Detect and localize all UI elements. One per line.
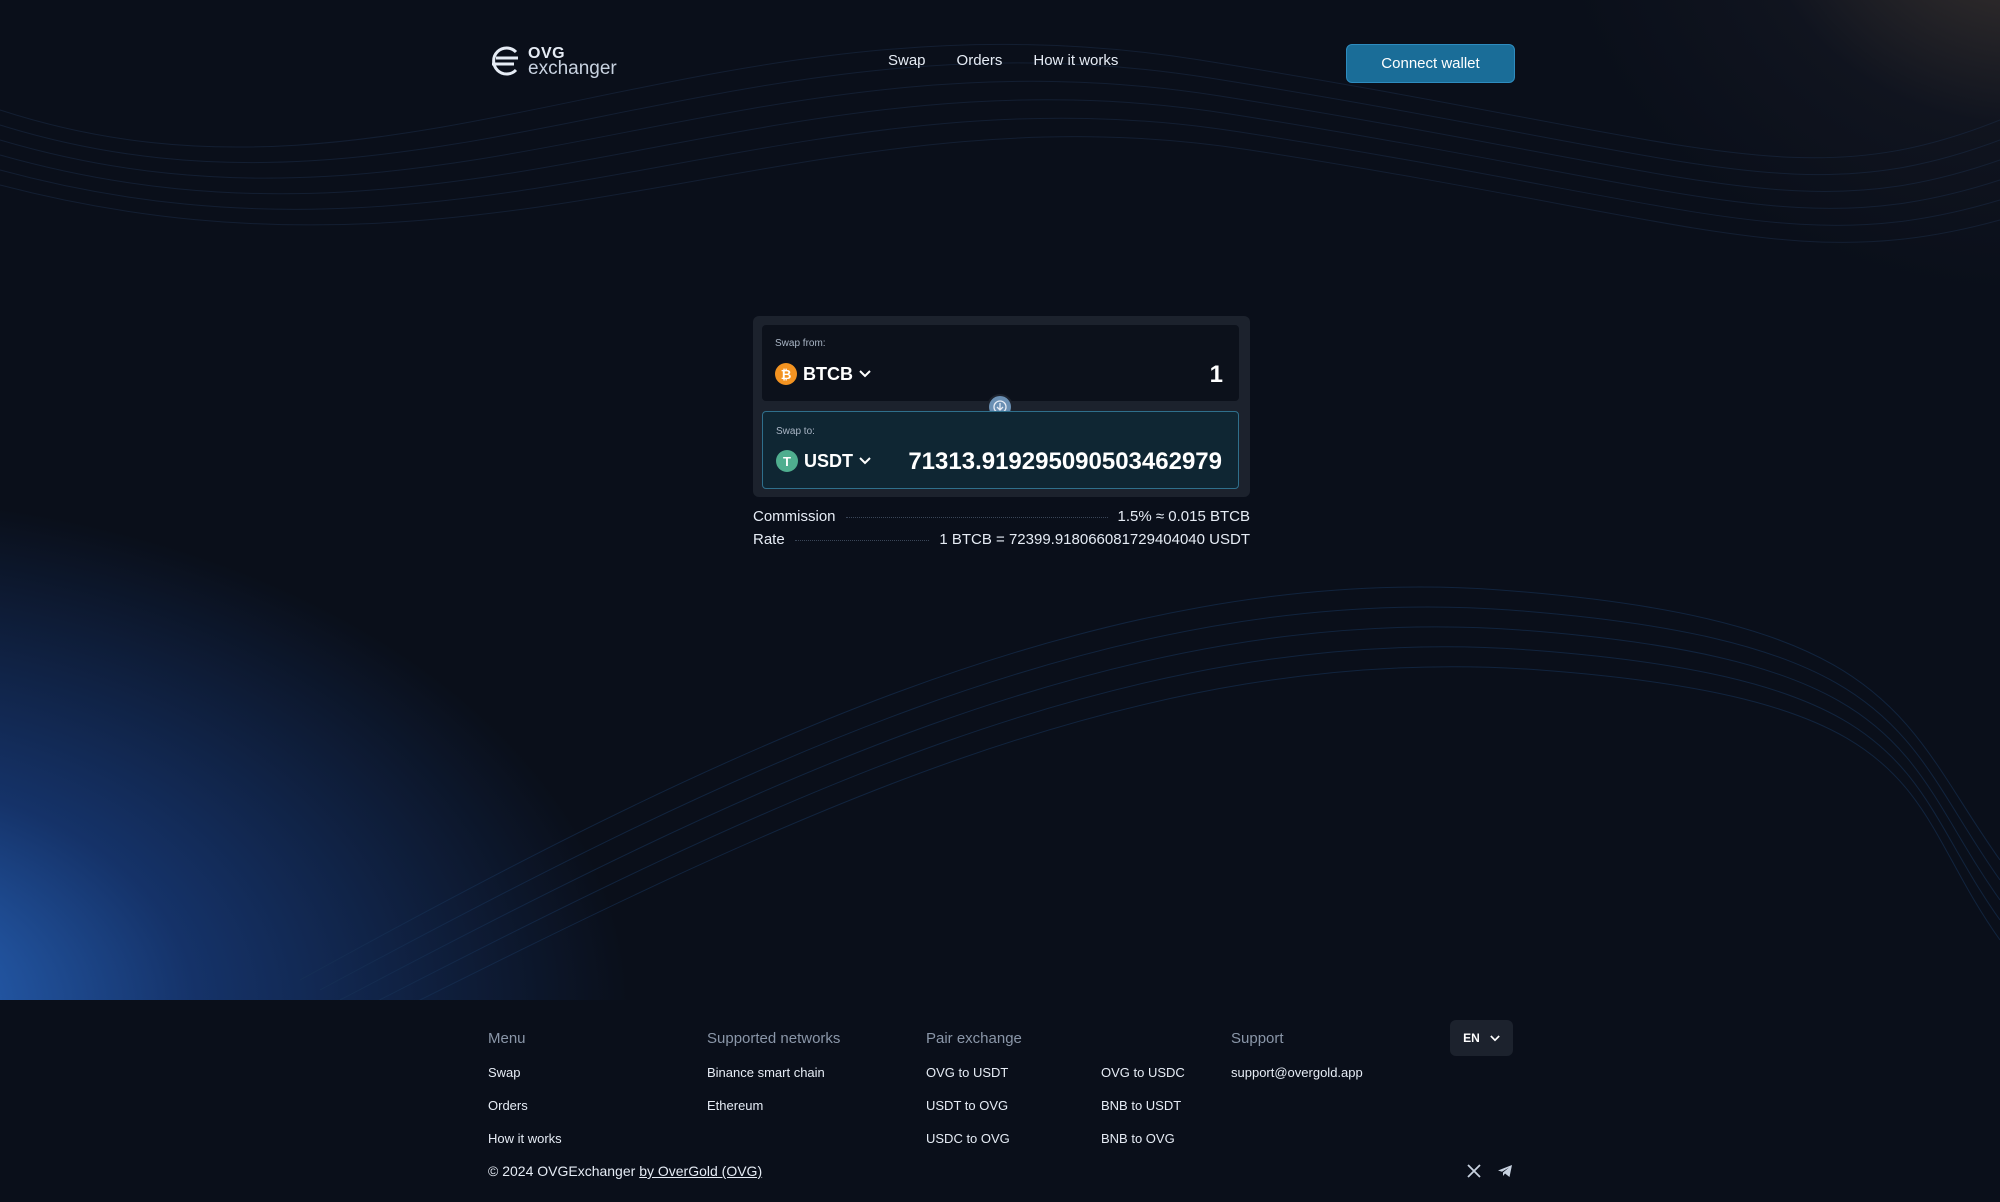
to-token-symbol: USDT <box>804 450 853 471</box>
site-footer: Menu Swap Orders How it works Supported … <box>0 1000 2000 1202</box>
site-header: OVG exchanger Swap Orders How it works C… <box>0 0 2000 125</box>
footer-pairs: Pair exchange OVG to USDT USDT to OVG US… <box>926 1030 1022 1164</box>
language-value: EN <box>1463 1031 1480 1045</box>
swap-to-panel: Swap to: T USDT 71313.919295090503462979 <box>762 411 1239 489</box>
footer-link-swap[interactable]: Swap <box>488 1065 562 1080</box>
footer-menu: Menu Swap Orders How it works <box>488 1030 562 1164</box>
background-decoration <box>0 0 2000 1000</box>
language-selector[interactable]: EN <box>1450 1020 1513 1056</box>
copyright: © 2024 OVGExchanger by OverGold (OVG) <box>488 1163 762 1179</box>
connect-wallet-button[interactable]: Connect wallet <box>1346 44 1515 83</box>
telegram-icon[interactable] <box>1497 1163 1513 1179</box>
pair-link[interactable]: OVG to USDT <box>926 1065 1022 1080</box>
main-nav: Swap Orders How it works <box>888 52 1118 69</box>
to-amount-output: 71313.919295090503462979 <box>908 448 1222 475</box>
footer-menu-heading: Menu <box>488 1030 526 1047</box>
footer-support-heading: Support <box>1231 1030 1284 1047</box>
x-twitter-icon[interactable] <box>1466 1163 1482 1179</box>
tether-icon: T <box>776 450 798 472</box>
commission-label: Commission <box>753 508 836 525</box>
swap-card: Swap from: ₿ BTCB 1 Swap to: T USDT 7131… <box>753 316 1250 497</box>
pair-link[interactable]: BNB to OVG <box>1101 1131 1185 1146</box>
commission-value: 1.5% ≈ 0.015 BTCB <box>1117 508 1250 525</box>
chevron-down-icon <box>859 457 871 465</box>
footer-pairs-heading: Pair exchange <box>926 1030 1022 1047</box>
swap-from-panel: Swap from: ₿ BTCB 1 <box>762 325 1239 401</box>
logo-subtitle: exchanger <box>528 58 617 79</box>
pair-link[interactable]: USDC to OVG <box>926 1131 1022 1146</box>
chevron-down-icon <box>1490 1034 1500 1041</box>
footer-networks: Supported networks Binance smart chain E… <box>707 1030 840 1131</box>
nav-how-it-works[interactable]: How it works <box>1033 52 1118 69</box>
from-token-symbol: BTCB <box>803 363 853 384</box>
footer-link-orders[interactable]: Orders <box>488 1098 562 1113</box>
network-bsc[interactable]: Binance smart chain <box>707 1065 840 1080</box>
copyright-text: © 2024 OVGExchanger <box>488 1163 636 1179</box>
overgold-link[interactable]: by OverGold (OVG) <box>639 1163 762 1179</box>
footer-pairs-col2: . OVG to USDC BNB to USDT BNB to OVG <box>1101 1030 1185 1164</box>
footer-link-how-it-works[interactable]: How it works <box>488 1131 562 1146</box>
pair-link[interactable]: USDT to OVG <box>926 1098 1022 1113</box>
nav-swap[interactable]: Swap <box>888 52 926 69</box>
logo[interactable]: OVG exchanger <box>488 44 617 78</box>
ovg-logo-icon <box>492 46 518 76</box>
wave-lines-decoration <box>0 43 2000 1000</box>
from-token-selector[interactable]: ₿ BTCB <box>775 363 871 385</box>
to-token-selector[interactable]: T USDT <box>776 450 871 472</box>
chevron-down-icon <box>859 370 871 378</box>
pair-link[interactable]: OVG to USDC <box>1101 1065 1185 1080</box>
footer-networks-heading: Supported networks <box>707 1030 841 1047</box>
swap-to-label: Swap to: <box>776 426 815 437</box>
rate-label: Rate <box>753 531 785 548</box>
swap-from-label: Swap from: <box>775 338 826 349</box>
rate-row: Rate 1 BTCB = 72399.918066081729404040 U… <box>753 531 1250 548</box>
nav-orders[interactable]: Orders <box>957 52 1003 69</box>
commission-row: Commission 1.5% ≈ 0.015 BTCB <box>753 508 1250 525</box>
pair-link[interactable]: BNB to USDT <box>1101 1098 1185 1113</box>
footer-support: Support support@overgold.app <box>1231 1030 1363 1098</box>
from-amount-input[interactable]: 1 <box>1210 361 1223 389</box>
rate-value: 1 BTCB = 72399.918066081729404040 USDT <box>939 531 1250 548</box>
network-ethereum[interactable]: Ethereum <box>707 1098 840 1113</box>
support-email-link[interactable]: support@overgold.app <box>1231 1065 1363 1080</box>
bitcoin-icon: ₿ <box>775 363 797 385</box>
